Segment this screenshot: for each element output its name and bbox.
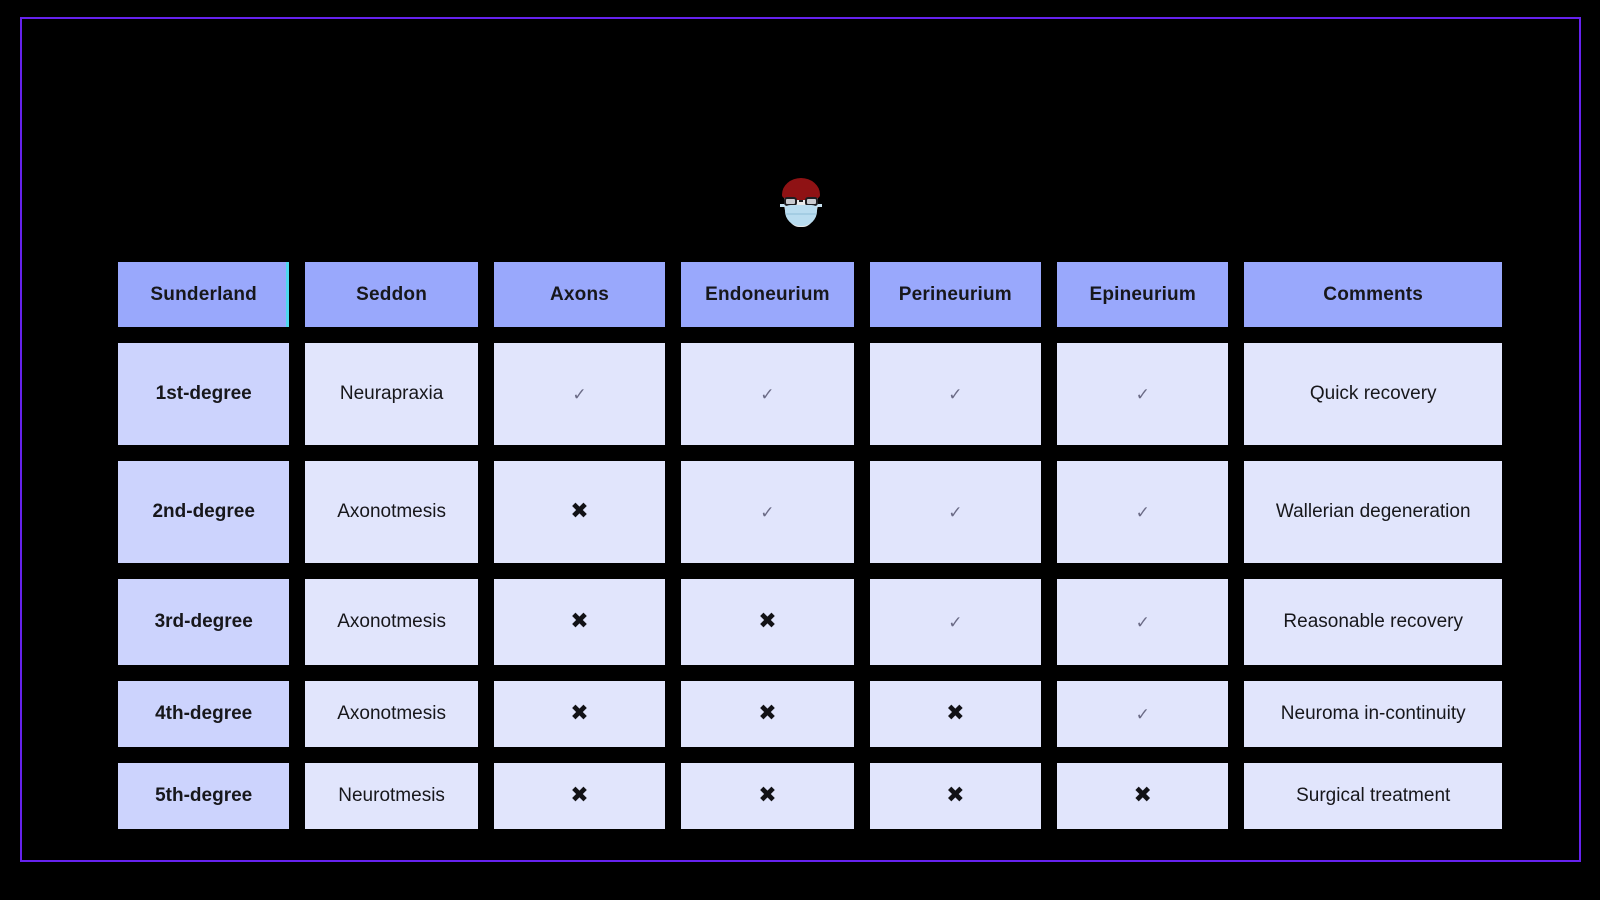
- check-icon: ✓: [948, 385, 963, 405]
- cell-axons[interactable]: ✖: [485, 763, 674, 829]
- cell-seddon[interactable]: Neurotmesis: [297, 763, 486, 829]
- row-spacer-cell: [110, 563, 1510, 579]
- cell-axons[interactable]: ✓: [485, 343, 674, 445]
- cell-perineurium[interactable]: ✓: [861, 343, 1050, 445]
- check-icon: ✓: [760, 385, 775, 405]
- cell-comments[interactable]: Quick recovery: [1236, 343, 1510, 445]
- avatar-container: [22, 159, 1579, 249]
- slide-frame: Sunderland Seddon Axons Endoneurium Peri…: [20, 17, 1581, 862]
- cell-axons[interactable]: ✖: [485, 461, 674, 563]
- column-header-endoneurium[interactable]: Endoneurium: [673, 262, 862, 327]
- row-spacer: [110, 327, 1510, 343]
- cell-perineurium[interactable]: ✓: [861, 461, 1050, 563]
- cell-epineurium[interactable]: ✓: [1049, 579, 1237, 665]
- table-row[interactable]: 2nd-degree Axonotmesis ✖ ✓ ✓ ✓ Wallerian…: [110, 461, 1510, 563]
- avatar-medical-mask-fold: [785, 213, 816, 215]
- cell-perineurium[interactable]: ✖: [861, 681, 1050, 747]
- cell-sunderland[interactable]: 3rd-degree: [110, 579, 298, 665]
- cross-icon: ✖: [570, 782, 589, 808]
- cross-icon: ✖: [1133, 782, 1152, 808]
- table-row[interactable]: 5th-degree Neurotmesis ✖ ✖ ✖ ✖ Surgical …: [110, 763, 1510, 829]
- table-row[interactable]: 3rd-degree Axonotmesis ✖ ✖ ✓ ✓ Reasonabl…: [110, 579, 1510, 665]
- column-header-seddon[interactable]: Seddon: [297, 262, 486, 327]
- cell-epineurium[interactable]: ✖: [1049, 763, 1237, 829]
- cell-comments[interactable]: Reasonable recovery: [1236, 579, 1510, 665]
- cell-endoneurium[interactable]: ✖: [673, 763, 862, 829]
- avatar-medical-mask: [784, 205, 817, 226]
- cell-seddon[interactable]: Axonotmesis: [297, 461, 486, 563]
- cross-icon: ✖: [946, 700, 965, 726]
- cell-seddon[interactable]: Neurapraxia: [297, 343, 486, 445]
- cell-comments[interactable]: Neuroma in-continuity: [1236, 681, 1510, 747]
- cross-icon: ✖: [570, 700, 589, 726]
- column-header-comments[interactable]: Comments: [1236, 262, 1510, 327]
- column-header-epineurium[interactable]: Epineurium: [1049, 262, 1237, 327]
- check-icon: ✓: [1135, 503, 1150, 523]
- row-spacer-cell: [110, 445, 1510, 461]
- cell-seddon[interactable]: Axonotmesis: [297, 681, 486, 747]
- cell-comments[interactable]: Wallerian degeneration: [1236, 461, 1510, 563]
- cross-icon: ✖: [570, 608, 589, 634]
- cell-comments[interactable]: Surgical treatment: [1236, 763, 1510, 829]
- cell-axons[interactable]: ✖: [485, 681, 674, 747]
- cross-icon: ✖: [570, 498, 589, 524]
- table-body: 1st-degree Neurapraxia ✓ ✓ ✓ ✓ Quick rec…: [110, 327, 1510, 829]
- column-header-sunderland[interactable]: Sunderland: [110, 262, 298, 327]
- row-spacer: [110, 747, 1510, 763]
- cell-axons[interactable]: ✖: [485, 579, 674, 665]
- cell-perineurium[interactable]: ✖: [861, 763, 1050, 829]
- cell-sunderland[interactable]: 2nd-degree: [110, 461, 298, 563]
- check-icon: ✓: [948, 613, 963, 633]
- cell-epineurium[interactable]: ✓: [1049, 461, 1237, 563]
- check-icon: ✓: [1135, 613, 1150, 633]
- cell-endoneurium[interactable]: ✖: [673, 681, 862, 747]
- table-row[interactable]: 1st-degree Neurapraxia ✓ ✓ ✓ ✓ Quick rec…: [110, 343, 1510, 445]
- check-icon: ✓: [572, 385, 587, 405]
- cell-epineurium[interactable]: ✓: [1049, 681, 1237, 747]
- cross-icon: ✖: [758, 782, 777, 808]
- row-spacer: [110, 445, 1510, 461]
- cross-icon: ✖: [758, 608, 777, 634]
- cross-icon: ✖: [758, 700, 777, 726]
- cell-sunderland[interactable]: 5th-degree: [110, 763, 298, 829]
- nerve-injury-classification-table: Sunderland Seddon Axons Endoneurium Peri…: [110, 262, 1510, 829]
- cell-sunderland[interactable]: 1st-degree: [110, 343, 298, 445]
- table-row[interactable]: 4th-degree Axonotmesis ✖ ✖ ✖ ✓ Neuroma i…: [110, 681, 1510, 747]
- cell-seddon[interactable]: Axonotmesis: [297, 579, 486, 665]
- cell-endoneurium[interactable]: ✖: [673, 579, 862, 665]
- row-spacer: [110, 563, 1510, 579]
- cell-endoneurium[interactable]: ✓: [673, 343, 862, 445]
- row-spacer-cell: [110, 327, 1510, 343]
- check-icon: ✓: [1135, 385, 1150, 405]
- table-header: Sunderland Seddon Axons Endoneurium Peri…: [110, 262, 1510, 327]
- cell-sunderland[interactable]: 4th-degree: [110, 681, 298, 747]
- row-spacer-cell: [110, 747, 1510, 763]
- check-icon: ✓: [760, 503, 775, 523]
- column-header-perineurium[interactable]: Perineurium: [861, 262, 1050, 327]
- avatar-glasses-bridge: [798, 200, 803, 202]
- column-header-axons[interactable]: Axons: [485, 262, 674, 327]
- row-spacer: [110, 665, 1510, 681]
- cell-epineurium[interactable]: ✓: [1049, 343, 1237, 445]
- table-header-row: Sunderland Seddon Axons Endoneurium Peri…: [110, 262, 1510, 327]
- cell-endoneurium[interactable]: ✓: [673, 461, 862, 563]
- check-icon: ✓: [1135, 705, 1150, 725]
- row-spacer-cell: [110, 665, 1510, 681]
- cross-icon: ✖: [946, 782, 965, 808]
- cell-perineurium[interactable]: ✓: [861, 579, 1050, 665]
- check-icon: ✓: [948, 503, 963, 523]
- doctor-face-with-medical-mask-icon: [775, 173, 827, 235]
